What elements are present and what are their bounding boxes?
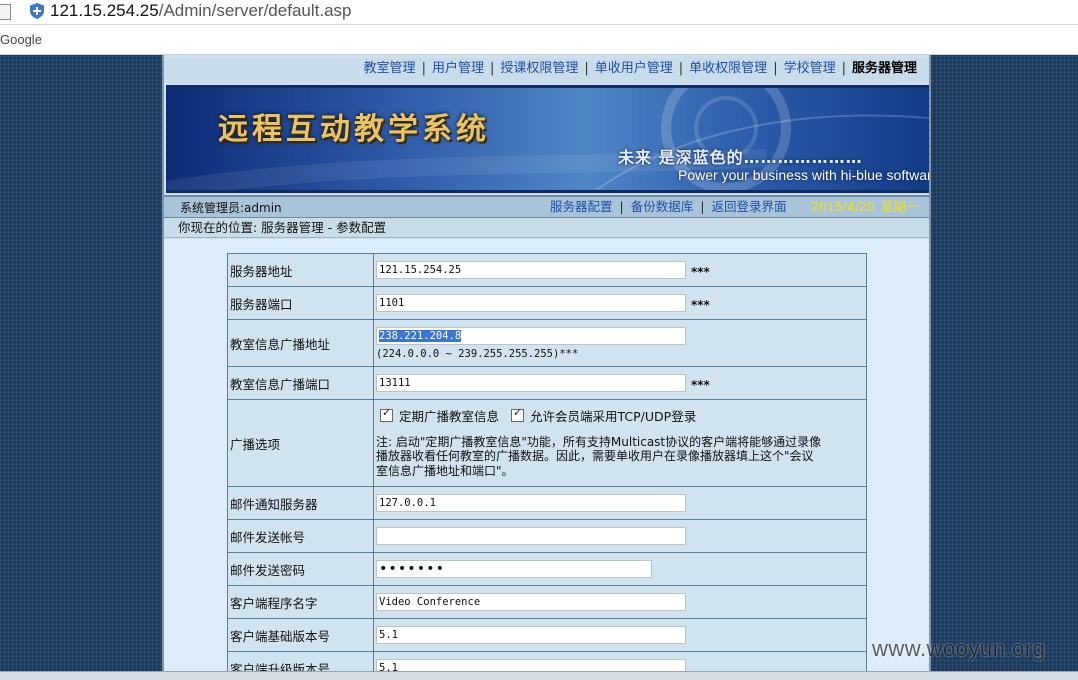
mail-server-label: 邮件通知服务器 — [227, 486, 374, 520]
broadcast-note: 注: 启动"定期广播教室信息"功能，所有支持Multicast协议的客户端将能够… — [376, 434, 822, 478]
client-base-version-cell: 5.1 — [373, 618, 867, 652]
info-links: 服务器配置 | 备份数据库 | 返回登录界面 — [550, 197, 786, 217]
client-base-version-input[interactable]: 5.1 — [376, 626, 686, 644]
mail-account-label: 邮件发送帐号 — [227, 519, 374, 553]
checkbox-row: 定期广播教室信息 允许会员端采用TCP/UDP登录 — [376, 406, 866, 425]
periodic-broadcast-checkbox[interactable] — [380, 406, 393, 422]
nav-classroom[interactable]: 教室管理 — [364, 61, 416, 76]
weekday-text: 星期一 — [881, 199, 919, 214]
date-text: 2015/4/20 — [811, 199, 876, 214]
config-form: 服务器地址 121.15.254.25 *** 服务器端口 1101 *** 教室信… — [227, 253, 867, 679]
link-server-config[interactable]: 服务器配置 — [550, 199, 613, 214]
form-row: 邮件通知服务器 127.0.0.1 — [227, 486, 867, 520]
form-row: 服务器地址 121.15.254.25 *** — [227, 253, 867, 287]
server-port-label: 服务器端口 — [227, 286, 374, 320]
nav-teaching-permissions[interactable]: 授课权限管理 — [500, 61, 578, 76]
required-mark: *** — [691, 378, 710, 392]
mail-password-cell: ••••••• — [373, 552, 867, 586]
mail-password-input[interactable]: ••••••• — [376, 560, 652, 578]
form-row: 教室信息广播地址 238.221.204.8 (224.0.0.0 ~ 239.… — [227, 319, 867, 367]
nav-separator: | — [773, 61, 778, 76]
server-address-input[interactable]: 121.15.254.25 — [376, 261, 686, 279]
form-row: 客户端基础版本号 5.1 — [227, 618, 867, 652]
selected-text: 238.221.204.8 — [379, 329, 462, 342]
form-row: 邮件发送帐号 — [227, 519, 867, 553]
top-nav: 教室管理 | 用户管理 | 授课权限管理 | 单收用户管理 | 单收权限管理 | 学校管理 | 服务器管… — [164, 58, 929, 82]
broadcast-address-cell: 238.221.204.8 (224.0.0.0 ~ 239.255.255.2… — [373, 319, 867, 367]
tcp-udp-login-checkbox[interactable] — [511, 406, 525, 422]
nav-users[interactable]: 用户管理 — [432, 61, 484, 76]
date-display: 2015/4/20 星期一 — [811, 197, 919, 217]
url-path: /Admin/server/default.asp — [158, 1, 352, 20]
broadcast-address-input[interactable]: 238.221.204.8 — [376, 326, 686, 345]
broadcast-port-label: 教室信息广播端口 — [227, 366, 374, 400]
form-row: 教室信息广播端口 13111 *** — [227, 366, 867, 400]
form-row: 客户端程序名字 Video Conference — [227, 585, 867, 619]
server-address-cell: 121.15.254.25 *** — [373, 253, 867, 287]
client-name-label: 客户端程序名字 — [227, 585, 374, 619]
broadcast-options-label: 广播选项 — [227, 399, 374, 487]
client-name-input[interactable]: Video Conference — [376, 593, 686, 611]
banner: 远程互动教学系统 未来 是深蓝色的………………… Power your busi… — [166, 85, 929, 193]
tcp-udp-login-label: 允许会员端采用TCP/UDP登录 — [530, 408, 697, 424]
nav-receive-users[interactable]: 单收用户管理 — [595, 61, 673, 76]
nav-server-active[interactable]: 服务器管理 — [852, 61, 917, 76]
banner-slogan: 未来 是深蓝色的………………… — [618, 148, 863, 167]
required-mark: *** — [691, 265, 710, 279]
required-mark: *** — [691, 298, 710, 312]
breadcrumb: 你现在的位置: 服务器管理 - 参数配置 — [164, 218, 929, 238]
content-area: 服务器地址 121.15.254.25 *** 服务器端口 1101 *** 教室信… — [164, 239, 929, 679]
broadcast-address-label: 教室信息广播地址 — [227, 319, 374, 367]
banner-title: 远程互动教学系统 — [218, 112, 490, 147]
nav-separator: | — [678, 61, 684, 76]
link-backup-db[interactable]: 备份数据库 — [631, 199, 694, 214]
url-host: 121.15.254.25 — [50, 1, 159, 20]
bookmarks-bar: Google — [0, 25, 1078, 55]
form-row: 广播选项 定期广播教室信息 允许会员端采用TCP/UDP登录 注: 启动"定期广播… — [227, 399, 867, 487]
server-port-input[interactable]: 1101 — [376, 294, 686, 312]
nav-separator: | — [421, 61, 426, 76]
info-separator: | — [619, 199, 624, 214]
nav-school[interactable]: 学校管理 — [784, 61, 836, 76]
broadcast-port-cell: 13111 *** — [373, 366, 867, 400]
shield-icon — [30, 3, 44, 19]
client-name-cell: Video Conference — [373, 585, 867, 619]
form-row: 服务器端口 1101 *** — [227, 286, 867, 320]
form-row: 邮件发送密码 ••••••• — [227, 552, 867, 586]
nav-separator: | — [489, 61, 495, 76]
url-text[interactable]: 121.15.254.25/Admin/server/default.asp — [50, 1, 351, 21]
server-address-label: 服务器地址 — [227, 253, 374, 287]
periodic-broadcast-label: 定期广播教室信息 — [399, 408, 500, 424]
mail-password-label: 邮件发送密码 — [227, 552, 374, 586]
broadcast-address-hint: (224.0.0.0 ~ 239.255.255.255)*** — [376, 347, 579, 360]
nav-separator: | — [841, 61, 846, 76]
broadcast-port-input[interactable]: 13111 — [376, 374, 686, 392]
client-base-version-label: 客户端基础版本号 — [227, 618, 374, 652]
mail-server-input[interactable]: 127.0.0.1 — [376, 494, 686, 512]
mail-account-input[interactable] — [376, 527, 686, 545]
info-separator: | — [700, 199, 705, 214]
admin-page: 教室管理 | 用户管理 | 授课权限管理 | 单收用户管理 | 单收权限管理 | 学校管理 | 服务器管… — [162, 55, 931, 679]
address-bar[interactable]: 121.15.254.25/Admin/server/default.asp — [0, 0, 1078, 25]
admin-label: 系统管理员:admin — [180, 201, 282, 215]
info-bar: 系统管理员:admin 服务器配置 | 备份数据库 | 返回登录界面 2015/4/20… — [164, 195, 929, 218]
mail-server-cell: 127.0.0.1 — [373, 486, 867, 520]
bookmark-google[interactable]: Google — [0, 32, 42, 47]
nav-receive-permissions[interactable]: 单收权限管理 — [689, 61, 767, 76]
link-back-to-login[interactable]: 返回登录界面 — [711, 199, 786, 214]
banner-tagline: Power your business with hi-blue softwar… — [678, 167, 929, 183]
server-port-cell: 1101 *** — [373, 286, 867, 320]
watermark: www.wooyun.org — [872, 636, 1046, 661]
broadcast-options-cell: 定期广播教室信息 允许会员端采用TCP/UDP登录 注: 启动"定期广播教室信息"… — [373, 399, 867, 487]
nav-separator: | — [584, 61, 589, 76]
page-icon — [0, 4, 11, 20]
mail-account-cell — [373, 519, 867, 553]
